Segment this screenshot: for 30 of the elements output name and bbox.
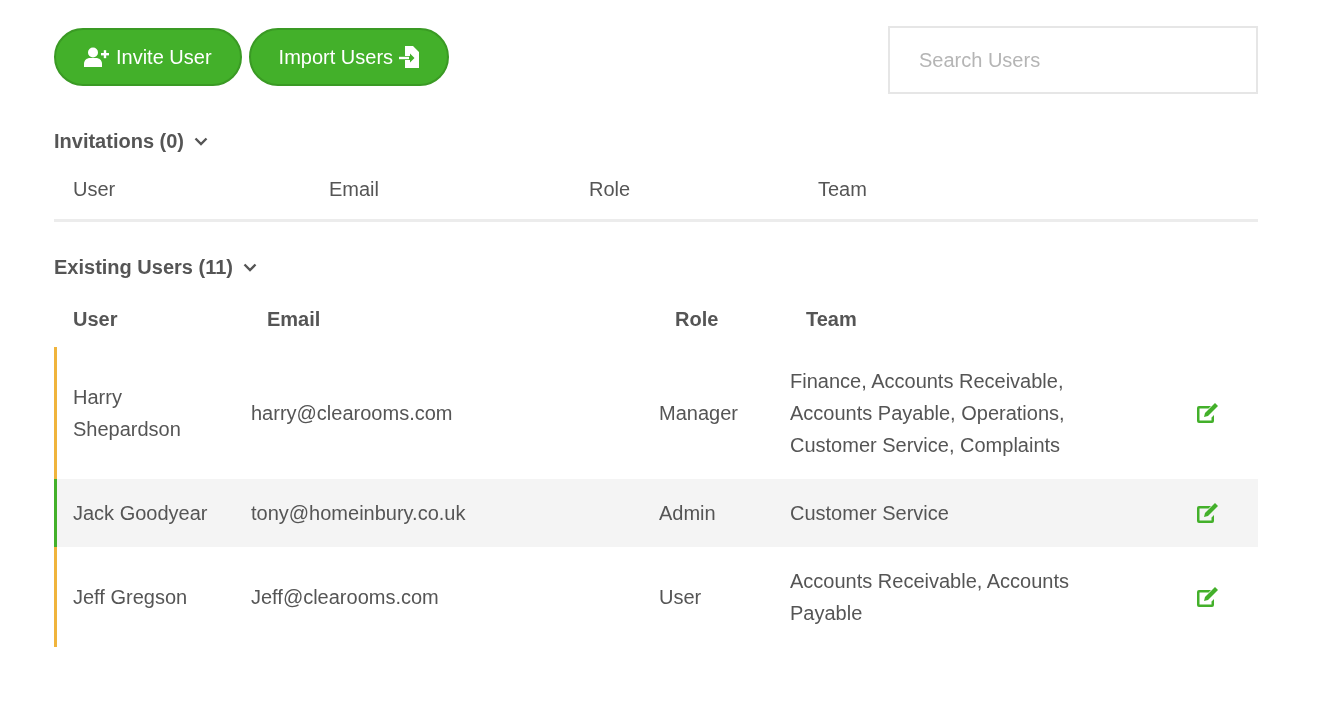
user-role: User xyxy=(659,585,703,610)
user-role: Admin xyxy=(659,501,717,526)
user-email: Jeff@clearooms.com xyxy=(251,585,440,610)
user-team: Accounts Receivable, Accounts Payable xyxy=(790,569,1071,626)
column-header: Email xyxy=(266,307,322,331)
section-toggle[interactable]: Existing Users (11) xyxy=(54,256,257,279)
chevron-icon xyxy=(242,263,257,272)
edit-icon[interactable] xyxy=(1196,586,1220,608)
edit-icon[interactable] xyxy=(1196,402,1220,424)
user-role: Manager xyxy=(659,401,739,426)
edit-icon[interactable] xyxy=(1196,502,1220,524)
column-header: User xyxy=(72,307,119,331)
column-header: Role xyxy=(588,177,632,201)
file-import-icon xyxy=(399,46,420,68)
user-email: harry@clearooms.com xyxy=(251,401,454,426)
user-name: Jeff Gregson xyxy=(72,585,189,610)
user-plus-icon xyxy=(84,47,110,67)
section-toggle[interactable]: Invitations (0) xyxy=(54,130,208,153)
user-team: Finance, Accounts Receivable, Accounts Payable, Operations, Customer Service, Complaints xyxy=(790,369,1066,458)
column-header: Team xyxy=(805,307,858,331)
column-header: Team xyxy=(817,177,868,201)
user-name: Jack Goodyear xyxy=(72,501,209,526)
user-name: Harry Shepardson xyxy=(72,385,182,442)
search-field[interactable]: Search Users xyxy=(888,26,1258,94)
user-email: tony@homeinbury.co.uk xyxy=(251,501,467,526)
user-team: Customer Service xyxy=(790,501,950,526)
column-header: Email xyxy=(328,177,380,201)
column-header: Role xyxy=(674,307,720,331)
column-header: User xyxy=(72,177,117,201)
chevron-icon xyxy=(194,137,208,146)
